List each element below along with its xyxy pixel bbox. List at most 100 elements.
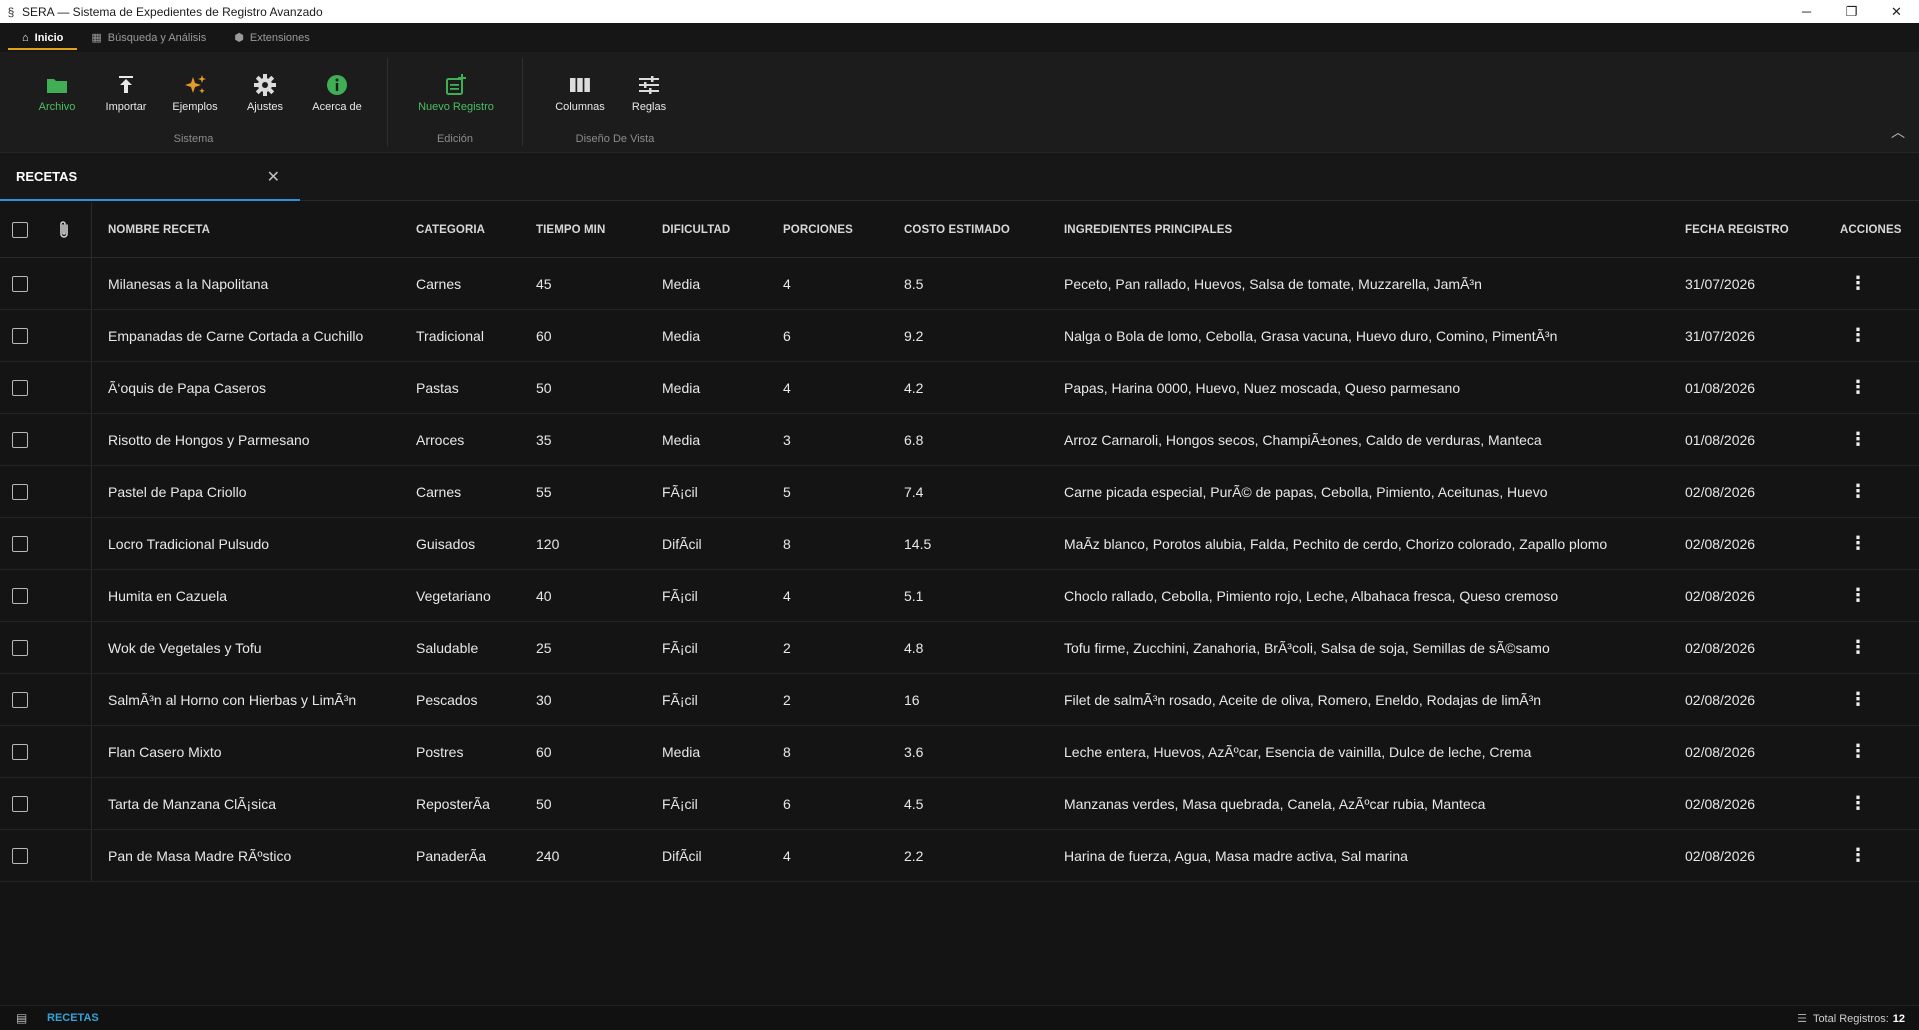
header-dificultad[interactable]: DIFICULTAD <box>662 202 730 257</box>
header-porciones[interactable]: PORCIONES <box>783 202 853 257</box>
ejemplos-label: Ejemplos <box>172 101 218 113</box>
row-checkbox[interactable] <box>12 535 28 552</box>
more-vert-icon[interactable]: ⋮ <box>1848 533 1868 554</box>
select-all-cell <box>12 202 28 257</box>
column-divider <box>91 674 92 725</box>
close-window-button[interactable]: ✕ <box>1874 0 1919 23</box>
header-tiempo[interactable]: TIEMPO MIN <box>536 202 605 257</box>
attachment-header <box>58 202 70 257</box>
cell-ingredientes: Choclo rallado, Cebolla, Pimiento rojo, … <box>1064 587 1559 604</box>
cell-ingredientes: Tofu firme, Zucchini, Zanahoria, BrÃ³col… <box>1064 639 1550 656</box>
minimize-button[interactable]: ─ <box>1784 0 1829 23</box>
row-actions-cell: ⋮ <box>1848 362 1868 413</box>
table-row[interactable]: Risotto de Hongos y Parmesano Arroces 35 Me… <box>0 414 1919 466</box>
window-controls: ─ ❐ ✕ <box>1784 0 1919 23</box>
row-select-cell <box>12 518 28 569</box>
more-vert-icon[interactable]: ⋮ <box>1848 637 1868 658</box>
cell-dificultad: Media <box>662 327 701 344</box>
table-row[interactable]: Empanadas de Carne Cortada a Cuchillo Tra… <box>0 310 1919 362</box>
more-vert-icon[interactable]: ⋮ <box>1848 377 1868 398</box>
importar-button[interactable]: Importar <box>102 73 150 117</box>
cell-costo: 8.5 <box>904 275 924 292</box>
cell-costo: 6.8 <box>904 431 924 448</box>
row-checkbox[interactable] <box>12 327 28 344</box>
select-all-checkbox[interactable] <box>12 221 28 238</box>
header-categoria[interactable]: CATEGORIA <box>416 202 485 257</box>
header-ingredientes[interactable]: INGREDIENTES PRINCIPALES <box>1064 202 1232 257</box>
row-checkbox[interactable] <box>12 431 28 448</box>
row-actions-cell: ⋮ <box>1848 674 1868 725</box>
more-vert-icon[interactable]: ⋮ <box>1848 741 1868 762</box>
maximize-button[interactable]: ❐ <box>1829 0 1874 23</box>
tab-label: Búsqueda y Análisis <box>107 31 207 44</box>
column-divider <box>91 362 92 413</box>
row-checkbox[interactable] <box>12 691 28 708</box>
sparkles-icon <box>183 73 207 97</box>
column-divider <box>91 202 92 257</box>
cell-porciones: 2 <box>783 639 791 656</box>
more-vert-icon[interactable]: ⋮ <box>1848 273 1868 294</box>
more-vert-icon[interactable]: ⋮ <box>1848 429 1868 450</box>
table-row[interactable]: Flan Casero Mixto Postres 60 Media 8 3.6 Leche… <box>0 726 1919 778</box>
cell-costo: 4.5 <box>904 795 924 812</box>
collapse-ribbon-icon[interactable]: ︿ <box>1891 122 1905 142</box>
row-checkbox[interactable] <box>12 795 28 812</box>
table-row[interactable]: Wok de Vegetales y Tofu Saludable 25 FÃ¡cil… <box>0 622 1919 674</box>
cell-tiempo: 60 <box>536 743 552 760</box>
tab-extensiones[interactable]: ⬢ Extensiones <box>220 23 324 52</box>
header-costo[interactable]: COSTO ESTIMADO <box>904 202 1010 257</box>
header-fecha[interactable]: FECHA REGISTRO <box>1685 202 1789 257</box>
row-select-cell <box>12 310 28 361</box>
column-divider <box>91 622 92 673</box>
ajustes-button[interactable]: Ajustes <box>242 73 288 117</box>
total-value: 12 <box>1892 1012 1905 1025</box>
more-vert-icon[interactable]: ⋮ <box>1848 845 1868 866</box>
cell-dificultad: FÃ¡cil <box>662 483 698 500</box>
table-row[interactable]: SalmÃ³n al Horno con Hierbas y LimÃ³n Pes… <box>0 674 1919 726</box>
tab-inicio[interactable]: ⌂ Inicio <box>8 23 78 52</box>
doc-tab-recetas[interactable]: RECETAS ✕ <box>0 153 300 201</box>
cell-ingredientes: Nalga o Bola de lomo, Cebolla, Grasa vac… <box>1064 327 1558 344</box>
cell-nombre: Ã‘oquis de Papa Caseros <box>108 379 266 396</box>
table-row[interactable]: Humita en Cazuela Vegetariano 40 FÃ¡cil 4 5.1… <box>0 570 1919 622</box>
table-row[interactable]: Pastel de Papa Criollo Carnes 55 FÃ¡cil 5 7.4… <box>0 466 1919 518</box>
table-row[interactable]: Tarta de Manzana ClÃ¡sica ReposterÃa 50 FÃ¡… <box>0 778 1919 830</box>
table-row[interactable]: Milanesas a la Napolitana Carnes 45 Media 4 8… <box>0 258 1919 310</box>
close-tab-icon[interactable]: ✕ <box>267 167 280 187</box>
columnas-button[interactable]: Columnas <box>553 73 607 117</box>
ribbon-tabs: ⌂ Inicio ▦ Búsqueda y Análisis ⬢ Extensi… <box>0 23 1919 52</box>
cell-nombre: Pan de Masa Madre RÃºstico <box>108 847 292 864</box>
row-checkbox[interactable] <box>12 587 28 604</box>
row-checkbox[interactable] <box>12 847 28 864</box>
reglas-button[interactable]: Reglas <box>629 73 669 117</box>
cell-costo: 7.4 <box>904 483 924 500</box>
group-label-edicion: Edición <box>436 133 474 145</box>
table-row[interactable]: Locro Tradicional Pulsudo Guisados 120 DifÃ… <box>0 518 1919 570</box>
row-checkbox[interactable] <box>12 379 28 396</box>
header-nombre[interactable]: NOMBRE RECETA <box>108 202 210 257</box>
row-checkbox[interactable] <box>12 639 28 656</box>
cell-categoria: Vegetariano <box>416 587 491 604</box>
table-row[interactable]: Ã‘oquis de Papa Caseros Pastas 50 Media 4 4.2… <box>0 362 1919 414</box>
cell-nombre: SalmÃ³n al Horno con Hierbas y LimÃ³n <box>108 691 357 708</box>
cell-porciones: 6 <box>783 327 791 344</box>
more-vert-icon[interactable]: ⋮ <box>1848 585 1868 606</box>
archivo-button[interactable]: Archivo <box>36 73 78 117</box>
more-vert-icon[interactable]: ⋮ <box>1848 689 1868 710</box>
total-records: ☰ Total Registros: 12 <box>1797 1012 1905 1026</box>
cell-categoria: Carnes <box>416 483 462 500</box>
table-row[interactable]: Pan de Masa Madre RÃºstico PanaderÃa 240 Di… <box>0 830 1919 882</box>
cell-categoria: ReposterÃa <box>416 795 490 812</box>
more-vert-icon[interactable]: ⋮ <box>1848 793 1868 814</box>
status-active-tab[interactable]: RECETAS <box>47 1012 99 1024</box>
row-checkbox[interactable] <box>12 275 28 292</box>
more-vert-icon[interactable]: ⋮ <box>1848 325 1868 346</box>
nuevo-registro-button[interactable]: Nuevo Registro <box>418 73 494 117</box>
tab-label: Inicio <box>34 31 64 44</box>
row-checkbox[interactable] <box>12 743 28 760</box>
more-vert-icon[interactable]: ⋮ <box>1848 481 1868 502</box>
acerca-button[interactable]: Acerca de <box>310 73 364 117</box>
tab-busqueda[interactable]: ▦ Búsqueda y Análisis <box>77 23 220 52</box>
row-checkbox[interactable] <box>12 483 28 500</box>
ejemplos-button[interactable]: Ejemplos <box>170 73 220 117</box>
